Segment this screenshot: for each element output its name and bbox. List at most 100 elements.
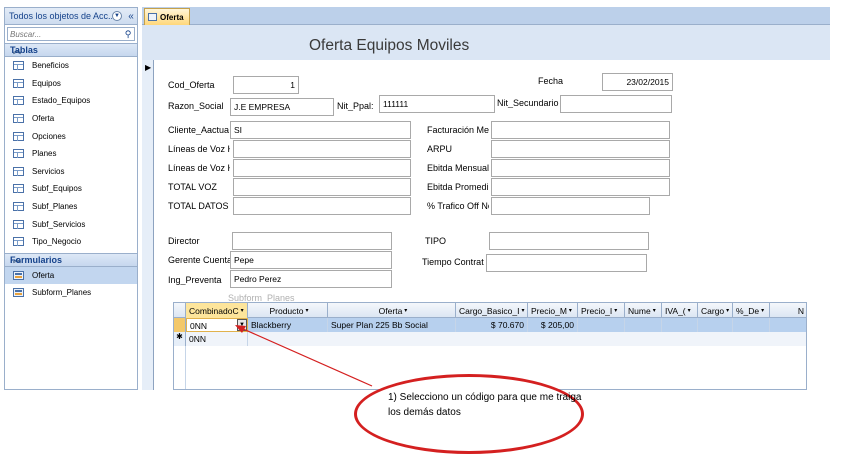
razon-social-field[interactable]: J.E EMPRESA	[230, 98, 334, 116]
label-razon-social: Razon_Social	[168, 101, 224, 111]
label-tiempo-contrato: Tiempo Contrat	[422, 257, 484, 267]
tiempo-contrato-field[interactable]	[486, 254, 647, 272]
nav-item-table[interactable]: Subf_Equipos	[5, 180, 137, 198]
table-icon	[13, 78, 24, 88]
column-header-label: Producto	[269, 305, 304, 316]
nav-item-table[interactable]: Equipos	[5, 75, 137, 93]
column-header[interactable]: Cargo ▾	[698, 303, 733, 318]
table-row[interactable]: 0NN ▼ Blackberry Super Plan 225 Bb Socia…	[186, 318, 806, 332]
producto-cell[interactable]: Blackberry	[248, 318, 328, 332]
nav-item-table[interactable]: Planes	[5, 145, 137, 163]
search-icon[interactable]: ⚲	[122, 29, 134, 40]
nav-item-table[interactable]: Servicios	[5, 163, 137, 181]
datasheet-header: CombinadoC ▾ Producto ▾ Oferta ▾ Cargo_Basi…	[174, 303, 806, 318]
tab-oferta[interactable]: Oferta	[144, 8, 190, 25]
descuento-cell[interactable]	[733, 318, 770, 332]
column-header[interactable]: CombinadoC ▾	[186, 303, 248, 318]
lineas-voz-2-field[interactable]	[233, 159, 411, 177]
gerente-cuenta-field[interactable]: Pepe	[230, 251, 392, 269]
precio-m-cell[interactable]: $ 205,00	[528, 318, 578, 332]
nav-item-table[interactable]: Estado_Equipos	[5, 92, 137, 110]
chevron-down-icon[interactable]: ▾	[688, 307, 691, 314]
column-header[interactable]: Oferta ▾	[328, 303, 456, 318]
chevron-down-icon[interactable]: ▾	[241, 307, 244, 314]
nav-item-form-selected[interactable]: Oferta	[5, 266, 137, 285]
table-icon	[13, 114, 24, 124]
form-icon	[13, 270, 24, 280]
director-field[interactable]	[232, 232, 392, 250]
lineas-voz-1-field[interactable]	[233, 140, 411, 158]
navigation-search-box[interactable]: ⚲	[7, 27, 135, 41]
total-datos-field[interactable]	[233, 197, 411, 215]
column-header[interactable]: Producto ▾	[248, 303, 328, 318]
tipo-field[interactable]	[489, 232, 649, 250]
column-header[interactable]: Cargo_Basico_I ▾	[456, 303, 528, 318]
row-selector-new[interactable]: ✱	[174, 332, 186, 346]
record-selector[interactable]: ▶	[142, 60, 154, 390]
group-header-formularios[interactable]: Formularios ︽	[5, 252, 137, 267]
row-selector-current[interactable]	[174, 318, 186, 332]
ebitda-promedio-field[interactable]	[491, 178, 670, 196]
cod-oferta-field[interactable]: 1	[233, 76, 299, 94]
label-tipo: TIPO	[425, 236, 447, 246]
navigation-search-input[interactable]	[8, 28, 122, 40]
cargo-cell[interactable]	[698, 318, 733, 332]
column-header[interactable]: Precio_M ▾	[528, 303, 578, 318]
trafico-off-net-field[interactable]	[491, 197, 650, 215]
nav-item-form[interactable]: Subform_Planes	[5, 284, 137, 302]
chevron-down-icon[interactable]: ▾	[653, 307, 656, 314]
column-header[interactable]: IVA_(▾	[662, 303, 698, 318]
chevron-down-icon[interactable]: ▼	[112, 11, 122, 21]
column-header[interactable]: Nume ▾	[625, 303, 662, 318]
navigation-pane-header[interactable]: Todos los objetos de Acc... ▼ «	[5, 8, 137, 25]
ebitda-mensual-field[interactable]	[491, 159, 670, 177]
cliente-actual-field[interactable]: SI	[230, 121, 411, 139]
collapse-pane-icon[interactable]: «	[125, 11, 137, 22]
chevron-down-icon[interactable]: ▾	[761, 307, 764, 314]
chevron-down-icon[interactable]: ▾	[306, 307, 309, 314]
column-header-label: IVA_(	[665, 305, 686, 316]
column-header-label: %_De	[736, 305, 760, 316]
nume-cell[interactable]	[625, 318, 662, 332]
table-icon	[13, 202, 24, 212]
navigation-pane-title[interactable]: Todos los objetos de Acc...	[9, 11, 112, 21]
ing-preventa-field[interactable]: Pedro Perez	[230, 270, 392, 288]
chevron-down-icon[interactable]: ▾	[569, 307, 572, 314]
nav-item-table[interactable]: Subf_Planes	[5, 198, 137, 216]
nav-item-label: Estado_Equipos	[32, 96, 91, 106]
column-header-label: Nume	[628, 305, 651, 316]
group-header-tablas[interactable]: Tablas ︽	[5, 43, 137, 57]
iva-cell[interactable]	[662, 318, 698, 332]
nit-secundario-field[interactable]	[560, 95, 672, 113]
oferta-cell[interactable]: Super Plan 225 Bb Social	[328, 318, 456, 332]
nav-item-table[interactable]: Tipo_Negocio	[5, 233, 137, 251]
column-header[interactable]: Precio_I ▾	[578, 303, 625, 318]
total-voz-field[interactable]	[233, 178, 411, 196]
select-all-corner[interactable]	[174, 303, 186, 318]
chevron-down-icon[interactable]: ▾	[404, 307, 407, 314]
nav-item-table[interactable]: Beneficios	[5, 57, 137, 75]
combinado-value: 0NN	[190, 321, 208, 331]
column-header[interactable]: %_De ▾	[733, 303, 770, 318]
nav-item-label: Oferta	[32, 114, 55, 124]
fecha-field[interactable]: 23/02/2015	[602, 73, 673, 91]
table-icon	[13, 61, 24, 71]
nav-item-table[interactable]: Subf_Servicios	[5, 215, 137, 233]
nav-item-label: Subf_Servicios	[32, 219, 86, 229]
combinado-cell[interactable]: 0NN	[186, 332, 248, 346]
combo-dropdown-button[interactable]: ▼	[237, 319, 247, 331]
nit-ppal-field[interactable]: 111111	[379, 95, 495, 113]
cargo-basico-cell[interactable]: $ 70.670	[456, 318, 528, 332]
nav-item-label: Subf_Equipos	[32, 184, 82, 194]
arpu-field[interactable]	[491, 140, 670, 158]
table-row-new[interactable]: 0NN	[186, 332, 806, 346]
chevron-down-icon[interactable]: ▾	[726, 307, 729, 314]
facturacion-field[interactable]	[491, 121, 670, 139]
group-label: Tablas	[10, 45, 38, 55]
nav-item-table[interactable]: Oferta	[5, 110, 137, 128]
chevron-down-icon[interactable]: ▾	[521, 307, 524, 314]
precio-i-cell[interactable]	[578, 318, 625, 332]
column-header[interactable]: N	[770, 303, 806, 318]
chevron-down-icon[interactable]: ▾	[614, 307, 617, 314]
nav-item-table[interactable]: Opciones	[5, 127, 137, 145]
